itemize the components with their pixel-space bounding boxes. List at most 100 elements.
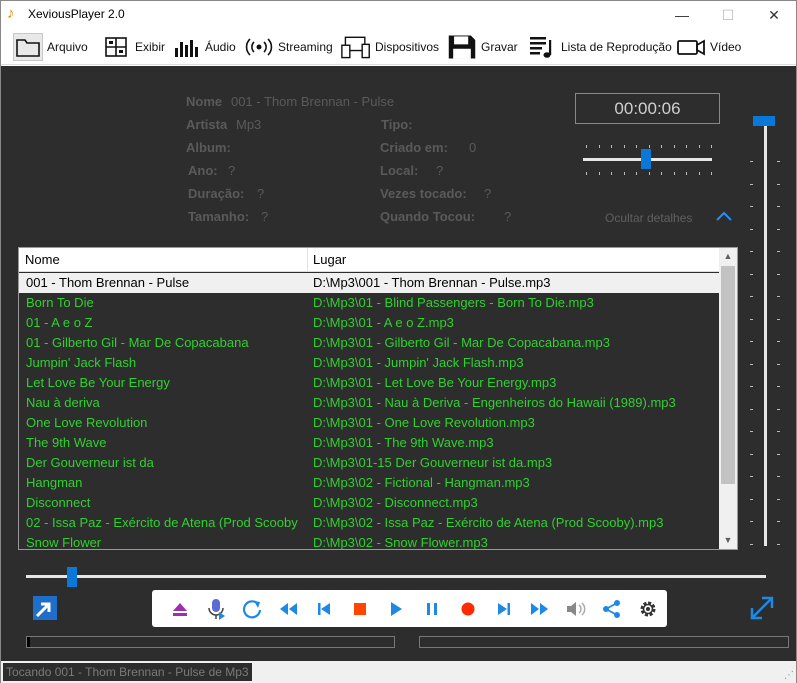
pause-icon[interactable] xyxy=(414,593,450,625)
status-bar: Tocando 001 - Thom Brennan - Pulse de Mp… xyxy=(1,661,796,683)
volume-tick xyxy=(698,145,700,148)
menu-video[interactable]: Vídeo xyxy=(676,32,741,62)
slider-tick xyxy=(750,521,753,522)
rewind-icon[interactable] xyxy=(270,593,306,625)
slider-tick xyxy=(777,363,780,365)
menu-exibir[interactable]: Exibir xyxy=(101,32,165,62)
vertical-slider[interactable] xyxy=(764,121,767,546)
menu-label: Dispositivos xyxy=(375,40,440,54)
volume-tick xyxy=(611,172,612,175)
table-row[interactable]: Let Love Be Your Energy D:\Mp3\01 - Let L… xyxy=(19,373,719,393)
slider-tick xyxy=(750,228,753,230)
menu-lista-reproducao[interactable]: Lista de Reprodução xyxy=(527,32,672,62)
table-row[interactable]: 01 - Gilberto Gil - Mar De Copacabana D:\… xyxy=(19,333,719,353)
cell-nome: 01 - Gilberto Gil - Mar De Copacabana xyxy=(26,335,249,350)
close-button[interactable]: ✕ xyxy=(751,1,797,29)
position-slider[interactable] xyxy=(26,575,766,578)
slider-tick xyxy=(750,206,753,207)
slider-tick xyxy=(750,476,753,477)
table-row[interactable]: 01 - A e o Z D:\Mp3\01 - A e o Z.mp3 xyxy=(19,313,719,333)
maximize-button[interactable]: ☐ xyxy=(705,1,751,29)
folder-icon xyxy=(13,33,43,61)
playback-controls xyxy=(152,590,667,627)
menu-streaming[interactable]: Streaming xyxy=(244,32,333,62)
scroll-down-icon[interactable]: ▼ xyxy=(719,532,737,549)
volume-tick xyxy=(661,145,662,148)
volume-tick xyxy=(623,145,625,148)
volume-tick xyxy=(611,145,612,148)
volume-tick xyxy=(648,172,650,175)
slider-tick xyxy=(750,543,753,545)
table-row[interactable]: 001 - Thom Brennan - Pulse D:\Mp3\001 - T… xyxy=(19,273,719,293)
slider-tick xyxy=(777,386,780,387)
stop-icon[interactable] xyxy=(342,593,378,625)
cell-lugar: D:\Mp3\02 - Fictional - Hangman.mp3 xyxy=(313,475,530,490)
slider-tick xyxy=(750,341,753,342)
repeat-icon[interactable] xyxy=(234,593,270,625)
left-level-meter xyxy=(26,636,395,648)
scroll-up-icon[interactable]: ▲ xyxy=(719,248,737,265)
menu-label: Vídeo xyxy=(710,40,742,54)
slider-tick xyxy=(777,318,780,320)
record-icon[interactable] xyxy=(450,593,486,625)
table-row[interactable]: 02 - Issa Paz - Exército de Atena (Prod … xyxy=(19,513,719,533)
mini-mode-icon[interactable] xyxy=(31,594,59,625)
next-icon[interactable] xyxy=(486,593,522,625)
column-header-nome[interactable]: Nome xyxy=(19,248,60,272)
title-bar[interactable]: ♪ XeviousPlayer 2.0 — ☐ ✕ xyxy=(1,1,796,29)
volume-tick xyxy=(673,172,675,175)
vezes-tocado-value: ? xyxy=(484,186,492,201)
playlist-table: Nome Lugar 001 - Thom Brennan - Pulse D:\… xyxy=(18,247,738,550)
volume-slider-thumb[interactable] xyxy=(641,149,652,169)
cell-nome: Disconnect xyxy=(26,495,91,510)
settings-icon[interactable] xyxy=(630,593,666,625)
vertical-slider-thumb[interactable] xyxy=(753,116,775,126)
cell-nome: 001 - Thom Brennan - Pulse xyxy=(26,275,190,290)
cell-nome: Hangman xyxy=(26,475,83,490)
table-row[interactable]: The 9th Wave D:\Mp3\01 - The 9th Wave.mp3 xyxy=(19,433,719,453)
table-row[interactable]: Der Gouverneur ist da D:\Mp3\01-15 Der Go… xyxy=(19,453,719,473)
slider-tick xyxy=(777,453,780,455)
share-icon[interactable] xyxy=(594,593,630,625)
table-row[interactable]: Jumpin' Jack Flash D:\Mp3\01 - Jumpin' Ja… xyxy=(19,353,719,373)
column-header-lugar[interactable]: Lugar xyxy=(307,248,346,272)
cell-lugar: D:\Mp3\01 - Let Love Be Your Energy.mp3 xyxy=(313,375,557,390)
hide-details-link[interactable]: Ocultar detalhes xyxy=(605,211,692,225)
slider-tick xyxy=(750,386,753,387)
play-icon[interactable] xyxy=(378,593,414,625)
duracao-value: ? xyxy=(257,186,265,201)
table-row[interactable]: Disconnect D:\Mp3\02 - Disconnect.mp3 xyxy=(19,493,719,513)
menu-label: Exibir xyxy=(135,40,166,54)
previous-icon[interactable] xyxy=(306,593,342,625)
slider-tick xyxy=(750,408,753,410)
volume-tick xyxy=(636,145,637,148)
position-slider-thumb[interactable] xyxy=(67,567,78,587)
table-row[interactable]: One Love Revolution D:\Mp3\01 - One Love … xyxy=(19,413,719,433)
menu-arquivo[interactable]: Arquivo xyxy=(13,32,88,62)
volume-tick xyxy=(698,172,700,175)
cell-nome: Let Love Be Your Energy xyxy=(26,375,170,390)
cell-lugar: D:\Mp3\01-15 Der Gouverneur ist da.mp3 xyxy=(313,455,553,470)
minimize-button[interactable]: — xyxy=(659,1,705,29)
table-row[interactable]: Nau à deriva D:\Mp3\01 - Nau à Deriva - E… xyxy=(19,393,719,413)
resize-grip-icon[interactable]: ⋰ xyxy=(784,670,794,681)
menu-gravar[interactable]: Gravar xyxy=(447,32,518,62)
table-row[interactable]: Born To Die D:\Mp3\01 - Blind Passengers … xyxy=(19,293,719,313)
table-row[interactable]: Snow Flower D:\Mp3\02 - Snow Flower.mp3 xyxy=(19,533,719,549)
menu-dispositivos[interactable]: Dispositivos xyxy=(341,32,439,62)
local-value: ? xyxy=(436,163,444,178)
chevron-up-icon[interactable] xyxy=(715,210,733,225)
table-row[interactable]: Hangman D:\Mp3\02 - Fictional - Hangman.m… xyxy=(19,473,719,493)
expand-icon[interactable] xyxy=(747,593,777,626)
vertical-scrollbar[interactable]: ▲ ▼ xyxy=(719,248,737,549)
speaker-icon[interactable] xyxy=(558,593,594,625)
slider-tick xyxy=(750,453,753,455)
slider-tick xyxy=(777,183,780,185)
scrollbar-thumb[interactable] xyxy=(721,266,735,484)
slider-tick xyxy=(777,251,780,252)
eject-icon[interactable] xyxy=(162,593,198,625)
menu-audio[interactable]: Áudio xyxy=(171,32,236,62)
microphone-icon[interactable] xyxy=(198,593,234,625)
save-icon xyxy=(447,33,477,61)
fast-forward-icon[interactable] xyxy=(522,593,558,625)
